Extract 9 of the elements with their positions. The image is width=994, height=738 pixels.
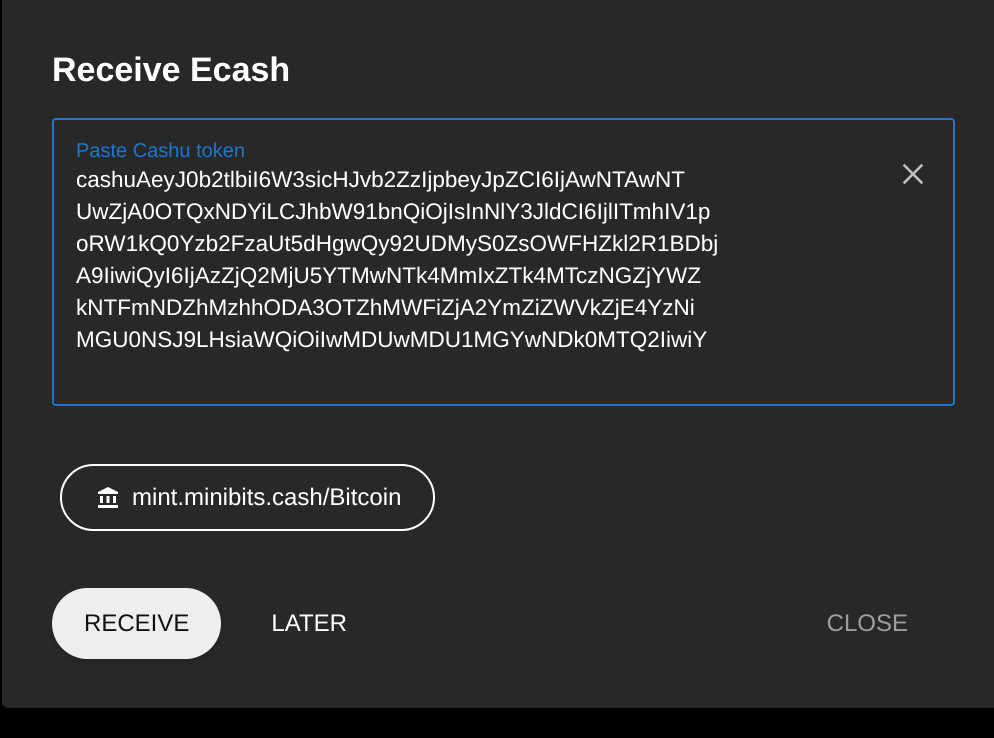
dialog-button[interactable]: LATER [255, 588, 363, 659]
dialog-title: Receive Ecash [52, 50, 290, 91]
token-field[interactable] [52, 118, 955, 406]
dialog-button[interactable]: RECEIVE [52, 588, 222, 659]
bank-icon [96, 486, 120, 510]
field-label: Paste Cashu token [76, 139, 245, 164]
mint-label: mint.minibits.cash/Bitcoin [132, 482, 402, 512]
token-text: cashuAeyJ0b2tlbiI6W3sicHJvb2ZzIjpbeyJpZCI6IjAwNTAwNT UwZjA0OTQxNDYiLCJhbW91bnQiOjIsInNlY3JldCI6IjlITmhIV1p oRW1kQ0Yzb2FzaUt5dHgwQy92UDMyS0ZsOWFHZkl2R1BDbj A9IiwiQyI6IjAzZjQ2MjU5YTMwNTk4MmIxZTk4MTczNGZjYWZ kNTFmNDZhMzhhODA3OTZhMWFiZjA2YmZiZWVkZjE4YzNi MGU0NSJ9LHsiaWQiOiIwMDUwMDU1MGYwNDk0MTQ2IiwiY [76, 166, 718, 354]
mint-chip[interactable]: mint.minibits.cash/Bitcoin [60, 464, 436, 531]
